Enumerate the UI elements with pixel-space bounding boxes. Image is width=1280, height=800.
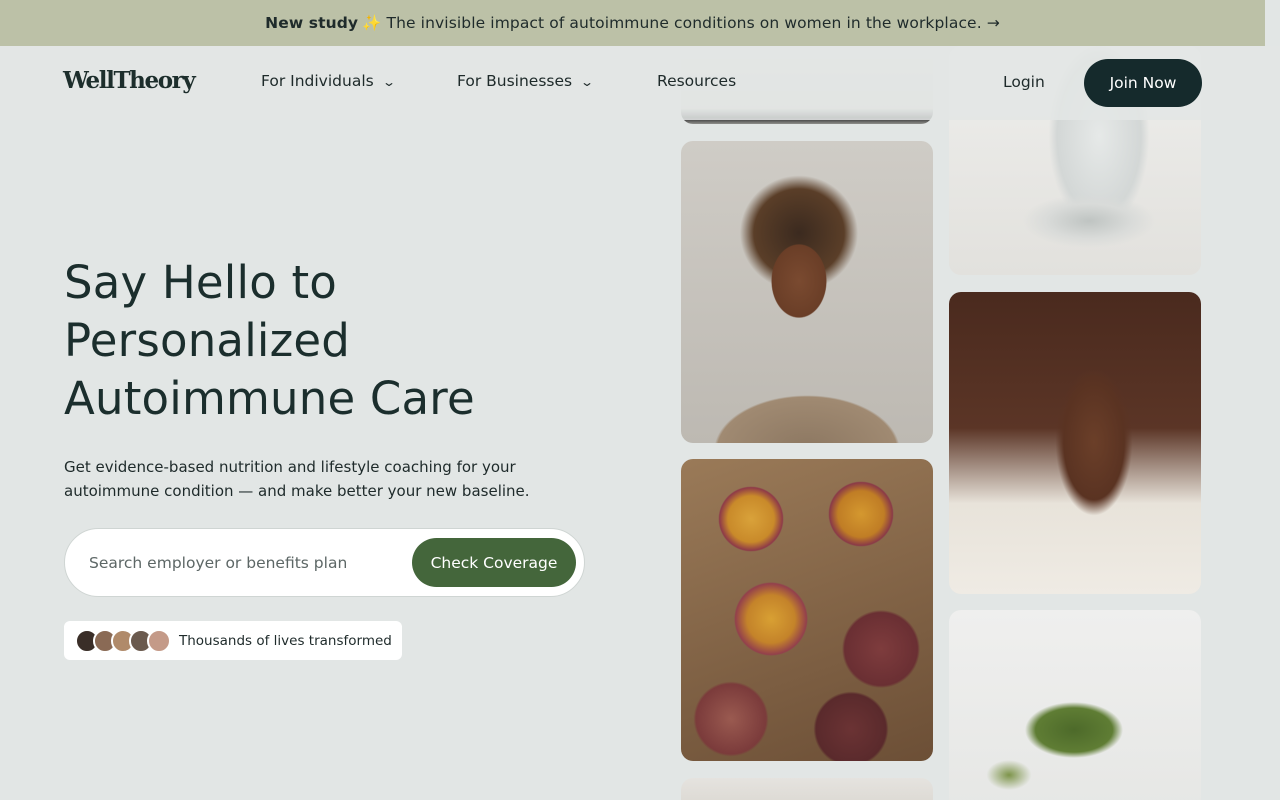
welltheory-logo[interactable]: WellTheory [63,67,196,94]
hero-subtitle: Get evidence-based nutrition and lifesty… [64,458,530,500]
woman-portrait-photo [681,141,933,443]
banner-highlight: New study [265,14,359,32]
lifestyle-photo [681,778,933,800]
social-proof-text: Thousands of lives transformed [179,632,392,649]
matcha-powder-photo [949,610,1201,800]
avatar [147,628,171,653]
praying-hands-photo [949,292,1201,594]
nav-item-for-businesses[interactable]: For Businesses ⌄ [457,72,595,90]
nav-item-label: For Individuals [261,72,374,90]
coverage-search-bar: Check Coverage [64,528,585,597]
nav-item-resources[interactable]: Resources [657,72,736,90]
main-navigation: WellTheory For Individuals ⌄ For Busines… [0,46,1280,120]
nav-item-for-individuals[interactable]: For Individuals ⌄ [261,72,396,90]
chevron-down-icon: ⌄ [381,75,396,89]
hero-title: Say Hello to Personalized Autoimmune Car… [64,254,624,428]
chevron-down-icon: ⌄ [580,75,595,89]
employer-search-input[interactable] [89,549,399,577]
check-coverage-button[interactable]: Check Coverage [412,538,576,587]
hero-title-line: Personalized [64,314,351,367]
nav-item-label: Resources [657,72,737,90]
sparkle-icon: ✨ [362,14,382,32]
announcement-banner[interactable]: New study ✨ The invisible impact of auto… [0,0,1265,46]
nav-item-label: For Businesses [457,72,573,90]
hero-title-line: Say Hello to [64,256,338,309]
login-link[interactable]: Login [1003,73,1045,91]
avatar-group [75,628,171,653]
social-proof-badge: Thousands of lives transformed [64,621,402,660]
passion-fruit-photo [681,459,933,761]
hero-title-line: Autoimmune Care [64,372,475,425]
banner-text[interactable]: The invisible impact of autoimmune condi… [387,14,1000,32]
join-now-button[interactable]: Join Now [1084,59,1202,107]
